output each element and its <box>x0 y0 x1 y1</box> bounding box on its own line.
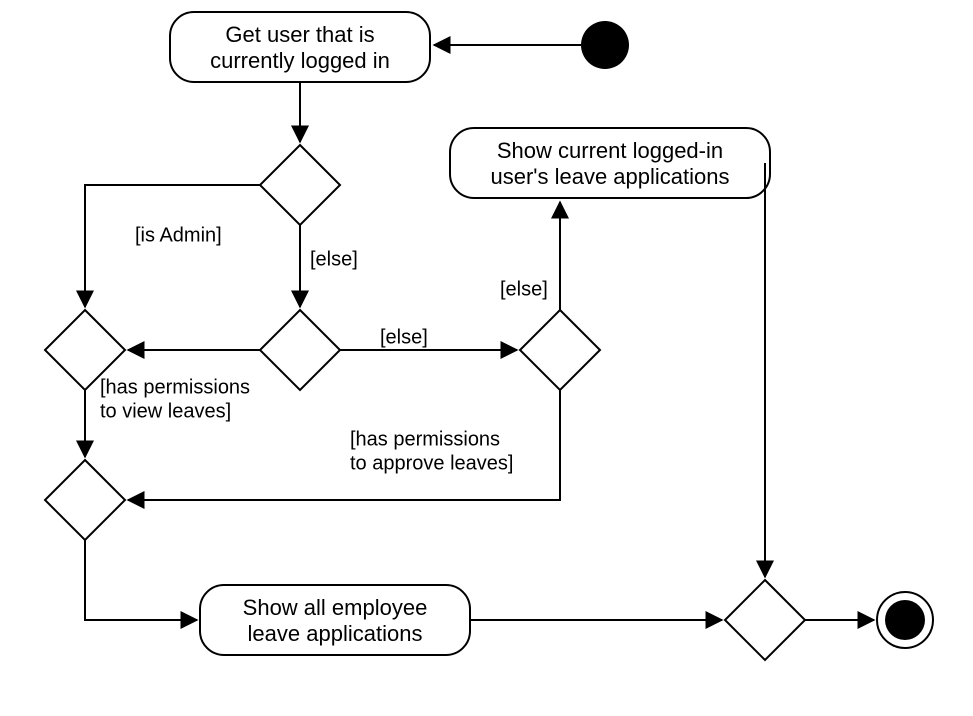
action-show-own-line1: Show current logged-in <box>497 138 723 163</box>
guard-else-2: [else] <box>380 326 428 348</box>
action-show-all-line1: Show all employee <box>243 595 428 620</box>
decision-d4 <box>520 310 600 390</box>
action-show-own-line2: user's leave applications <box>490 164 729 189</box>
merge-m2 <box>725 580 805 660</box>
action-get-user-line1: Get user that is <box>225 22 374 47</box>
action-get-user-line2: currently logged in <box>210 48 390 73</box>
merge-m1 <box>45 460 125 540</box>
guard-else-1: [else] <box>310 248 358 270</box>
edge-m1-to-action3 <box>85 540 197 620</box>
decision-d1 <box>260 145 340 225</box>
initial-node <box>581 21 629 69</box>
guard-has-view-line1: [has permissions <box>100 376 250 398</box>
activity-diagram: Get user that is currently logged in [is… <box>0 0 973 716</box>
final-node <box>877 592 933 648</box>
decision-d2 <box>260 310 340 390</box>
guard-has-approve-line2: to approve leaves] <box>350 452 513 474</box>
guard-is-admin: [is Admin] <box>135 224 222 246</box>
action-show-all-line2: leave applications <box>248 621 423 646</box>
guard-has-view-line2: to view leaves] <box>100 400 231 422</box>
guard-else-3: [else] <box>500 278 548 300</box>
guard-has-approve-line1: [has permissions <box>350 428 500 450</box>
